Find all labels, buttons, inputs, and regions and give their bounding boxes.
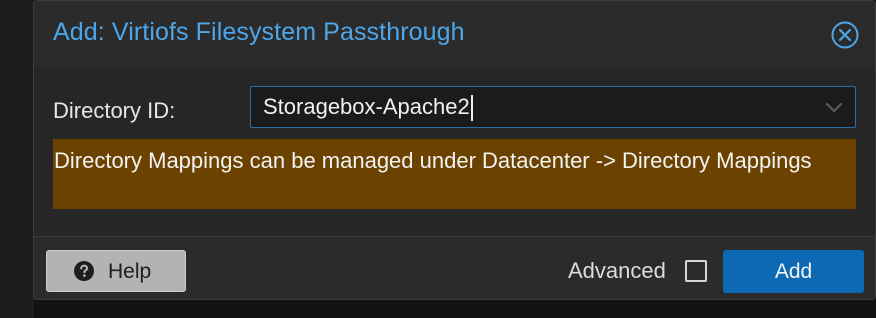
advanced-checkbox[interactable] — [685, 260, 707, 282]
chevron-down-icon — [825, 102, 843, 113]
dialog-header: Add: Virtiofs Filesystem Passthrough — [34, 1, 875, 67]
directory-id-label: Directory ID: — [53, 98, 176, 123]
close-circle-icon — [831, 21, 859, 49]
add-virtiofs-dialog: Add: Virtiofs Filesystem Passthrough Dir… — [33, 0, 876, 300]
help-button-label: Help — [108, 260, 152, 283]
dialog-title: Add: Virtiofs Filesystem Passthrough — [53, 18, 465, 46]
directory-id-input[interactable]: Storagebox-Apache2 — [251, 87, 811, 127]
dialog-body: Directory ID: Storagebox-Apache2 Directo… — [34, 67, 875, 236]
add-button-label: Add — [774, 260, 813, 283]
dialog-footer: Help Advanced Add — [34, 236, 875, 299]
help-button[interactable]: Help — [46, 250, 186, 292]
directory-id-combobox[interactable]: Storagebox-Apache2 — [250, 86, 856, 128]
directory-id-value: Storagebox-Apache2 — [263, 94, 470, 119]
question-circle-icon — [74, 261, 94, 281]
close-button[interactable] — [831, 21, 859, 49]
directory-mappings-notice: Directory Mappings can be managed under … — [53, 139, 856, 209]
directory-id-dropdown-trigger[interactable] — [823, 96, 845, 118]
text-cursor — [470, 95, 473, 122]
advanced-label[interactable]: Advanced — [568, 258, 666, 284]
add-button[interactable]: Add — [723, 250, 864, 293]
